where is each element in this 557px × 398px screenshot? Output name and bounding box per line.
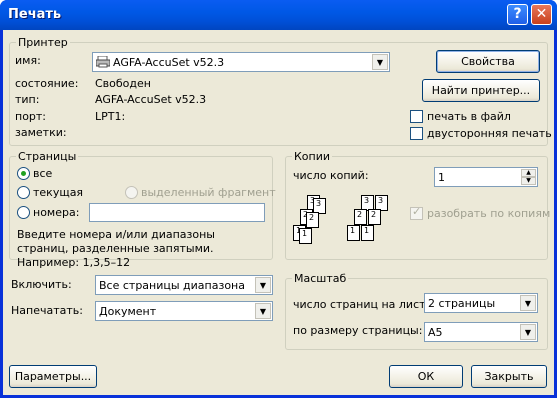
include-label: Включить: [11,278,72,291]
chevron-down-icon[interactable]: ▼ [255,303,271,319]
copies-count-label: число копий: [293,169,369,182]
duplex-checkbox[interactable] [410,127,423,140]
print-to-file-checkbox[interactable] [410,110,423,123]
pages-per-sheet-label: число страниц на листе: [293,298,436,311]
duplex-label[interactable]: двусторонняя печать [427,127,552,140]
pages-per-sheet-select[interactable]: 2 страницы ▼ [424,293,538,313]
include-select[interactable]: Все страницы диапазона ▼ [95,275,273,295]
print-what-select[interactable]: Документ ▼ [95,301,273,321]
pages-current-radio[interactable] [17,186,30,199]
options-button[interactable]: Параметры... [9,365,97,388]
chevron-down-icon[interactable]: ▼ [255,277,271,293]
print-to-file-label[interactable]: печать в файл [427,110,511,123]
close-window-button[interactable]: ✕ [531,4,552,25]
pages-numbers-label[interactable]: номера: [33,206,79,219]
printer-type-value: AGFA-AccuSet v52.3 [95,93,207,106]
collate-checkbox[interactable] [410,205,423,220]
fit-to-select[interactable]: A5 ▼ [424,322,538,342]
printer-status-value: Свободен [95,77,151,90]
pages-all-label[interactable]: все [33,167,52,180]
chevron-down-icon[interactable]: ▼ [520,295,536,311]
pages-selection-radio[interactable] [125,186,138,199]
help-button[interactable]: ? [507,4,528,25]
pages-numbers-radio[interactable] [17,206,30,219]
printer-name-value: AGFA-AccuSet v52.3 [113,56,225,69]
chevron-down-icon[interactable]: ▼ [372,54,388,70]
pages-per-sheet-value: 2 страницы [428,297,496,310]
title-bar[interactable]: Печать ? ✕ [0,0,557,30]
pages-all-radio[interactable] [17,167,30,180]
spin-down-icon[interactable]: ▼ [521,177,536,185]
properties-button[interactable]: Свойства [436,50,540,73]
print-what-value: Документ [99,305,157,318]
close-button[interactable]: Закрыть [471,365,547,388]
printer-name-label: имя: [15,54,41,67]
dialog-title: Печать [8,7,62,22]
printer-port-value: LPT1: [95,110,126,123]
print-dialog: Печать ? ✕ Принтер имя: AGFA-AccuSet v52… [0,0,557,398]
printer-status-label: состояние: [15,77,79,90]
include-value: Все страницы диапазона [99,279,245,292]
pages-current-label[interactable]: текущая [33,186,83,199]
printer-type-label: тип: [15,93,40,106]
pages-hint: Введите номера и/или диапазоны страниц, … [17,228,215,269]
print-what-label: Напечатать: [11,304,83,317]
uncollated-pages-icon: 3 3 2 2 1 1 [293,195,343,249]
printer-port-label: порт: [15,110,47,123]
printer-legend: Принтер [16,36,70,49]
copies-count-value: 1 [438,171,445,184]
fit-to-value: A5 [428,326,443,339]
printer-name-select[interactable]: AGFA-AccuSet v52.3 ▼ [92,52,390,72]
ok-button[interactable]: ОК [389,365,463,388]
collated-pages-icon: 3 2 1 3 2 1 [347,195,397,249]
collate-label: разобрать по копиям [427,207,551,220]
scale-legend: Масштаб [292,272,349,285]
find-printer-button[interactable]: Найти принтер... [422,79,540,102]
pages-legend: Страницы [16,150,79,163]
fit-to-label: по размеру страницы: [293,324,423,337]
pages-selection-label: выделенный фрагмент [141,186,276,199]
copies-legend: Копии [292,150,333,163]
page-numbers-input[interactable] [89,203,265,222]
chevron-down-icon[interactable]: ▼ [520,324,536,340]
printer-icon [95,55,111,68]
printer-notes-label: заметки: [15,126,67,139]
dialog-body: Принтер имя: AGFA-AccuSet v52.3 ▼ состоя… [3,30,554,395]
copies-count-stepper[interactable]: 1 ▲ ▼ [434,167,538,187]
spin-up-icon[interactable]: ▲ [521,169,536,177]
